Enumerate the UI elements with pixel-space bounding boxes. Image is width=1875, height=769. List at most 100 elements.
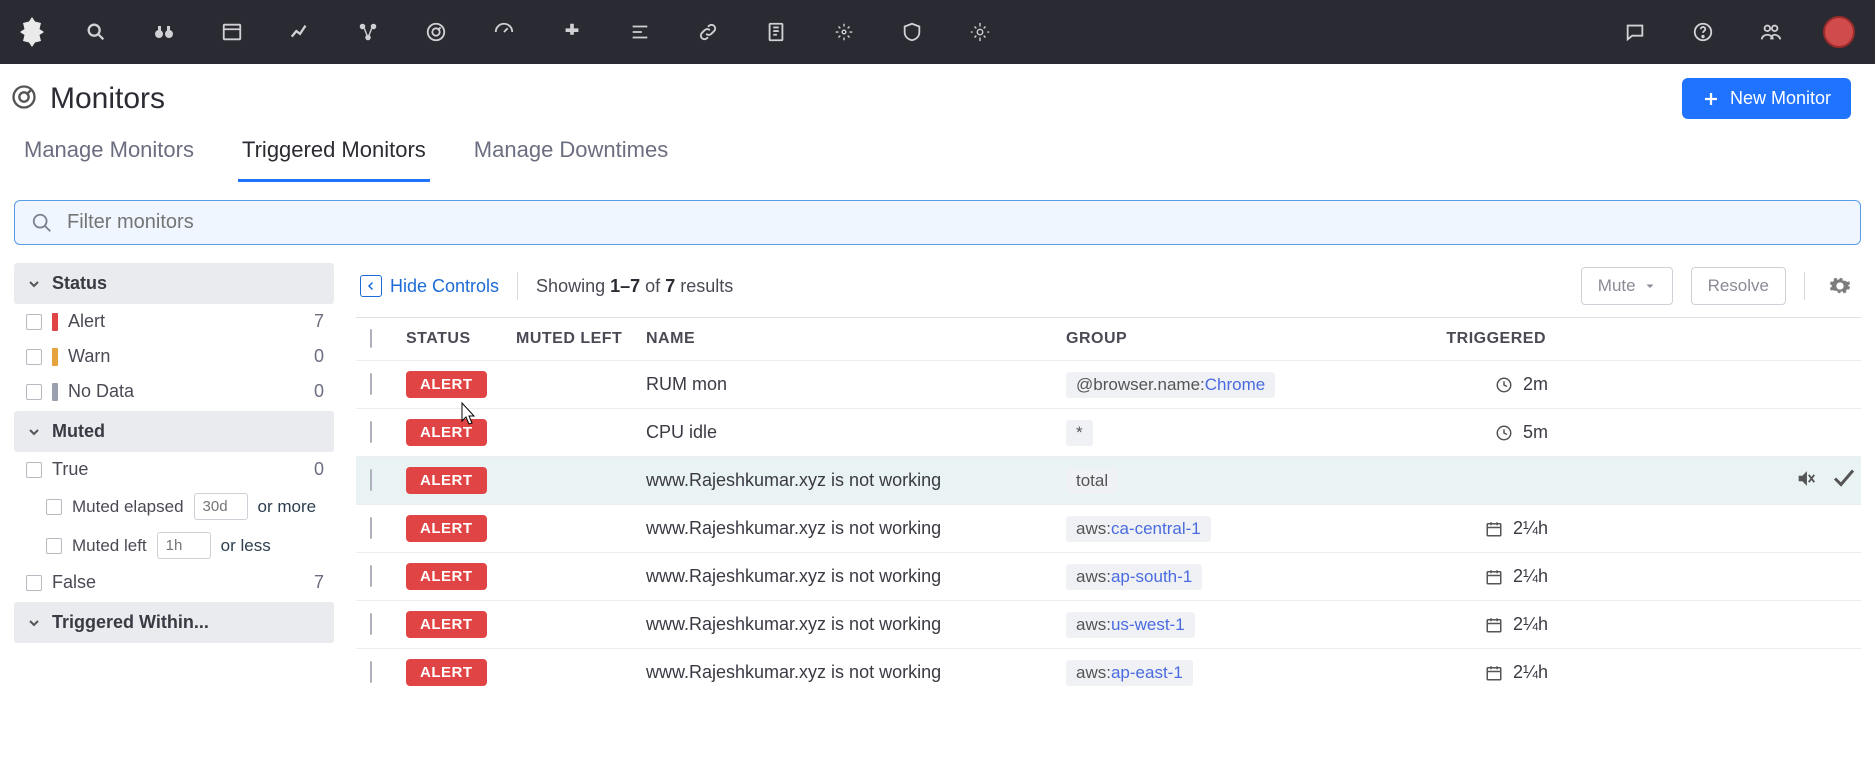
table-row[interactable]: ALERTwww.Rajeshkumar.xyz is not workinga… bbox=[356, 648, 1861, 696]
facet-muted-left[interactable]: Muted left or less bbox=[14, 526, 334, 565]
facet-status-header[interactable]: Status bbox=[14, 263, 334, 304]
integrations-icon[interactable] bbox=[548, 8, 596, 56]
monitors-nav-icon[interactable] bbox=[412, 8, 460, 56]
col-name[interactable]: NAME bbox=[646, 330, 1066, 348]
user-avatar[interactable] bbox=[1815, 8, 1863, 56]
table-row[interactable]: ALERT www.Rajeshkumar.xyz is not workinga… bbox=[356, 504, 1861, 552]
link-icon[interactable] bbox=[684, 8, 732, 56]
row-checkbox[interactable] bbox=[370, 469, 372, 491]
filter-search-box[interactable] bbox=[14, 200, 1861, 245]
checkbox[interactable] bbox=[26, 575, 42, 591]
group-tag[interactable]: aws:ap-east-1 bbox=[1066, 660, 1193, 686]
mute-icon[interactable] bbox=[1795, 467, 1817, 494]
new-monitor-button[interactable]: New Monitor bbox=[1682, 78, 1851, 119]
tab-manage-downtimes[interactable]: Manage Downtimes bbox=[470, 129, 672, 182]
settings-gear-button[interactable] bbox=[1823, 269, 1857, 303]
checkbox[interactable] bbox=[46, 499, 62, 515]
row-checkbox[interactable] bbox=[370, 517, 372, 539]
tab-triggered-monitors[interactable]: Triggered Monitors bbox=[238, 129, 430, 182]
apm-icon[interactable] bbox=[480, 8, 528, 56]
facet-item-nodata[interactable]: No Data 0 bbox=[14, 374, 334, 409]
dashboard-icon[interactable] bbox=[208, 8, 256, 56]
monitor-name[interactable]: www.Rajeshkumar.xyz is not working bbox=[646, 470, 1066, 491]
monitor-name[interactable]: www.Rajeshkumar.xyz is not working bbox=[646, 518, 1066, 539]
facet-item-alert[interactable]: Alert 7 bbox=[14, 304, 334, 339]
tab-manage-monitors[interactable]: Manage Monitors bbox=[20, 129, 198, 182]
ci-icon[interactable] bbox=[956, 8, 1004, 56]
resolve-icon[interactable] bbox=[1831, 466, 1855, 495]
row-checkbox[interactable] bbox=[370, 613, 372, 635]
row-checkbox[interactable] bbox=[370, 421, 372, 443]
group-tag[interactable]: total bbox=[1066, 468, 1118, 494]
status-badge: ALERT bbox=[406, 371, 487, 398]
triggered-time: 2¼h bbox=[1513, 662, 1548, 683]
filter-input[interactable] bbox=[67, 211, 1844, 234]
group-tag[interactable]: @browser.name:Chrome bbox=[1066, 372, 1275, 398]
triggered-time: 2¼h bbox=[1513, 566, 1548, 587]
caret-down-icon bbox=[1644, 280, 1656, 292]
group-tag[interactable]: aws:ca-central-1 bbox=[1066, 516, 1211, 542]
facet-status: Status Alert 7 Warn 0 No Data 0 bbox=[14, 263, 334, 409]
security-icon[interactable] bbox=[888, 8, 936, 56]
facet-item-true[interactable]: True 0 bbox=[14, 452, 334, 487]
resolve-button[interactable]: Resolve bbox=[1691, 267, 1786, 305]
status-badge: ALERT bbox=[406, 467, 487, 494]
row-checkbox[interactable] bbox=[370, 373, 372, 395]
facet-muted-elapsed[interactable]: Muted elapsed or more bbox=[14, 487, 334, 526]
checkbox[interactable] bbox=[26, 349, 42, 365]
triggered-cell: 2m bbox=[1456, 374, 1556, 395]
group-tag[interactable]: aws:ap-south-1 bbox=[1066, 564, 1202, 590]
col-group[interactable]: GROUP bbox=[1066, 330, 1456, 348]
chat-icon[interactable] bbox=[1611, 8, 1659, 56]
checkbox[interactable] bbox=[26, 462, 42, 478]
chevron-left-icon bbox=[365, 280, 377, 292]
col-status[interactable]: STATUS bbox=[406, 330, 516, 348]
metrics-icon[interactable] bbox=[276, 8, 324, 56]
monitor-name[interactable]: www.Rajeshkumar.xyz is not working bbox=[646, 662, 1066, 683]
select-all-checkbox[interactable] bbox=[370, 329, 372, 348]
team-icon[interactable] bbox=[1747, 8, 1795, 56]
infrastructure-icon[interactable] bbox=[344, 8, 392, 56]
monitor-name[interactable]: www.Rajeshkumar.xyz is not working bbox=[646, 614, 1066, 635]
checkbox[interactable] bbox=[26, 384, 42, 400]
table-row[interactable]: ALERTwww.Rajeshkumar.xyz is not workinga… bbox=[356, 600, 1861, 648]
facet-triggered-title: Triggered Within... bbox=[52, 612, 209, 633]
facet-item-warn[interactable]: Warn 0 bbox=[14, 339, 334, 374]
notebook-icon[interactable] bbox=[752, 8, 800, 56]
search-icon[interactable] bbox=[72, 8, 120, 56]
monitor-group: aws:us-west-1 bbox=[1066, 612, 1456, 638]
group-tag[interactable]: * bbox=[1066, 420, 1093, 446]
rum-icon[interactable] bbox=[820, 8, 868, 56]
facet-triggered-header[interactable]: Triggered Within... bbox=[14, 602, 334, 643]
calendar-icon bbox=[1485, 616, 1503, 634]
triggered-time: 2¼h bbox=[1513, 518, 1548, 539]
facet-item-false[interactable]: False 7 bbox=[14, 565, 334, 600]
monitor-name[interactable]: CPU idle bbox=[646, 422, 1066, 443]
monitor-name[interactable]: RUM mon bbox=[646, 374, 1066, 395]
status-badge: ALERT bbox=[406, 515, 487, 542]
checkbox[interactable] bbox=[26, 314, 42, 330]
help-icon[interactable] bbox=[1679, 8, 1727, 56]
table-row[interactable]: ALERT www.Rajeshkumar.xyz is not workingt… bbox=[356, 456, 1861, 504]
table-row[interactable]: ALERT RUM mon@browser.name:Chrome 2m bbox=[356, 360, 1861, 408]
datadog-logo[interactable] bbox=[12, 12, 52, 52]
logs-icon[interactable] bbox=[616, 8, 664, 56]
checkbox[interactable] bbox=[46, 538, 62, 554]
row-checkbox[interactable] bbox=[370, 661, 372, 683]
row-checkbox[interactable] bbox=[370, 565, 372, 587]
group-tag[interactable]: aws:us-west-1 bbox=[1066, 612, 1195, 638]
mute-button[interactable]: Mute bbox=[1581, 267, 1673, 305]
col-muted-left[interactable]: MUTED LEFT bbox=[516, 330, 646, 348]
monitor-name[interactable]: www.Rajeshkumar.xyz is not working bbox=[646, 566, 1066, 587]
muted-elapsed-input[interactable] bbox=[194, 493, 248, 520]
muted-left-input[interactable] bbox=[157, 532, 211, 559]
table-row[interactable]: ALERTCPU idle*5m bbox=[356, 408, 1861, 456]
muted-elapsed-suffix: or more bbox=[258, 497, 317, 517]
page-title: Monitors bbox=[50, 82, 165, 116]
binoculars-icon[interactable] bbox=[140, 8, 188, 56]
table-row[interactable]: ALERTwww.Rajeshkumar.xyz is not workinga… bbox=[356, 552, 1861, 600]
facet-muted-header[interactable]: Muted bbox=[14, 411, 334, 452]
triggered-cell: 2¼h bbox=[1456, 566, 1556, 587]
hide-controls-button[interactable]: Hide Controls bbox=[360, 275, 499, 297]
col-triggered[interactable]: TRIGGERED bbox=[1456, 330, 1556, 348]
